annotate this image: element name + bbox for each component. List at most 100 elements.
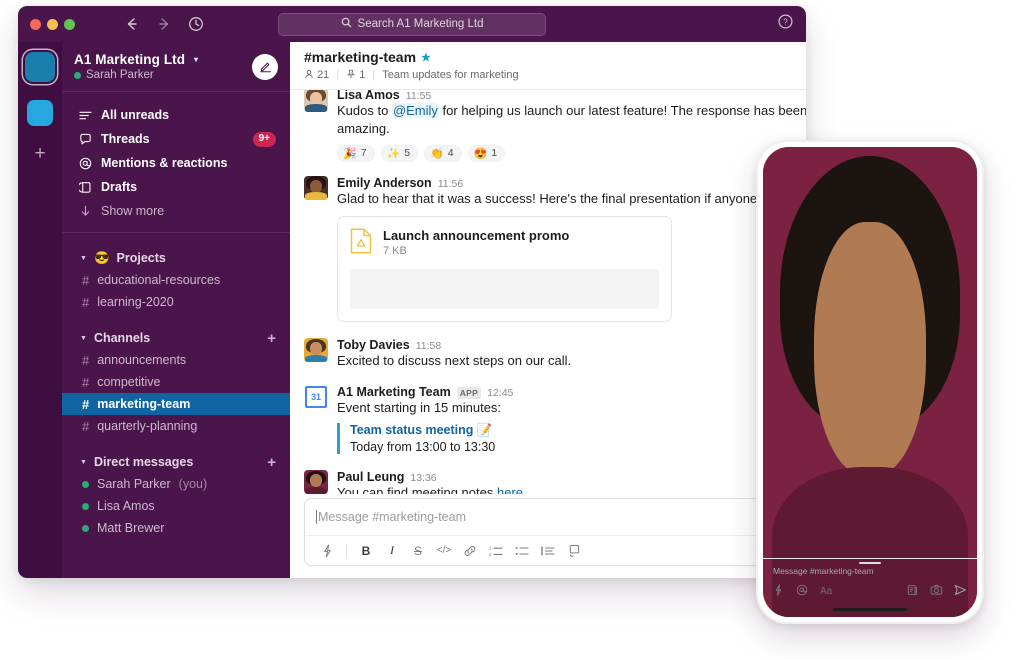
pin-count-value: 1 <box>359 69 366 81</box>
user-mention[interactable]: @Emily <box>391 103 439 118</box>
avatar[interactable] <box>304 470 328 494</box>
compose-message-button[interactable] <box>252 53 278 80</box>
sidebar-channel-marketing-team[interactable]: # marketing-team <box>62 393 290 415</box>
sidebar-channel-learning-2020[interactable]: # learning-2020 <box>62 291 290 313</box>
message-author[interactable]: Lisa Amos <box>337 90 400 102</box>
reaction-pill[interactable]: 🎉7 <box>337 144 375 162</box>
reaction-pill[interactable]: ✨5 <box>380 144 419 162</box>
channel-topic[interactable]: Team updates for marketing <box>382 69 518 81</box>
bold-icon[interactable]: B <box>354 540 378 562</box>
forward-arrow-icon[interactable] <box>155 15 173 33</box>
sidebar-dm-lisa-amos[interactable]: Lisa Amos <box>62 495 290 517</box>
main-panel: #marketing-team ★ 21 | 1 | Team updates … <box>290 42 806 578</box>
message-author[interactable]: Toby Davies <box>337 338 410 352</box>
close-window-button[interactable] <box>30 18 41 30</box>
message-author[interactable]: Emily Anderson <box>337 176 432 190</box>
sidebar-item-mentions-reactions[interactable]: Mentions & reactions <box>62 152 290 174</box>
phone-message-list[interactable]: Lisa Amos 11:55 Kudos to @Emily for help… <box>763 147 977 617</box>
file-attachment-card[interactable]: Launch announcement promo 7 KB <box>337 216 672 323</box>
section-header-direct-messages[interactable]: ▼ Direct messages + <box>62 451 290 473</box>
sidebar-item-all-unreads[interactable]: All unreads <box>62 104 290 126</box>
hash-icon: # <box>82 352 90 368</box>
message-input[interactable]: Message #marketing-team <box>305 499 806 535</box>
chevron-down-icon: ▼ <box>80 254 87 262</box>
sidebar-dm-matt-brewer[interactable]: Matt Brewer <box>62 517 290 539</box>
new-dm-button[interactable]: + <box>267 455 276 470</box>
clock-icon[interactable] <box>187 15 205 33</box>
sidebar-item-show-more[interactable]: Show more <box>62 200 290 222</box>
event-title[interactable]: Team status meeting 📝 <box>350 423 806 438</box>
search-input[interactable]: Search A1 Marketing Ltd <box>278 12 546 36</box>
link-icon[interactable] <box>458 540 482 562</box>
avatar-app-calendar[interactable]: 31 <box>304 384 328 409</box>
message-author[interactable]: A1 Marketing Team <box>337 385 451 399</box>
message-text: Glad to hear that it was a success! Here… <box>337 190 806 206</box>
format-Aa-icon[interactable]: Aa <box>820 586 832 597</box>
sidebar-channel-competitive[interactable]: # competitive <box>62 371 290 393</box>
member-count[interactable]: 21 <box>304 69 329 81</box>
channel-title[interactable]: #marketing-team ★ <box>304 49 806 65</box>
star-icon[interactable]: ★ <box>421 51 431 64</box>
message-input-placeholder: Message #marketing-team <box>318 510 466 524</box>
message-header: Lisa Amos 11:55 <box>337 90 806 102</box>
maximize-window-button[interactable] <box>64 18 75 30</box>
reaction-pill[interactable]: 😍1 <box>467 144 506 162</box>
bulleted-list-icon[interactable] <box>510 540 534 562</box>
file-preview[interactable] <box>350 269 659 310</box>
event-attachment[interactable]: Team status meeting 📝 Today from 13:00 t… <box>337 423 806 455</box>
workspace-icon-a1-marketing[interactable] <box>25 52 55 82</box>
avatar[interactable] <box>304 90 328 112</box>
code-icon[interactable]: </> <box>432 540 456 562</box>
event-time: Today from 13:00 to 13:30 <box>350 440 496 455</box>
ordered-list-icon[interactable]: 12 <box>484 540 508 562</box>
strikethrough-icon[interactable]: S <box>406 540 430 562</box>
phone-message-input[interactable]: Message #marketing-team <box>773 566 967 576</box>
sidebar-item-drafts[interactable]: Drafts <box>62 176 290 198</box>
code-block-icon[interactable] <box>562 540 586 562</box>
lightning-icon[interactable] <box>315 540 339 562</box>
workspace-name[interactable]: A1 Marketing Ltd ▾ <box>74 52 198 67</box>
minimize-window-button[interactable] <box>47 18 58 30</box>
avatar[interactable] <box>304 338 328 363</box>
home-indicator <box>833 607 907 611</box>
italic-icon[interactable]: I <box>380 540 404 562</box>
add-channel-button[interactable]: + <box>267 331 276 346</box>
back-arrow-icon[interactable] <box>123 15 141 33</box>
file-name[interactable]: Launch announcement promo <box>383 228 569 243</box>
blockquote-icon[interactable] <box>536 540 560 562</box>
sidebar-dm-sarah-parker[interactable]: Sarah Parker (you) <box>62 473 290 495</box>
mention-at-icon[interactable] <box>796 583 808 601</box>
window-titlebar: Search A1 Marketing Ltd ? <box>18 6 806 42</box>
dm-name: Matt Brewer <box>97 521 165 535</box>
attach-icon[interactable] <box>907 583 919 601</box>
send-icon[interactable] <box>954 583 967 601</box>
lightning-icon[interactable] <box>773 583 784 601</box>
app-badge: APP <box>456 386 482 399</box>
sidebar-item-threads[interactable]: Threads 9+ <box>62 128 290 150</box>
pin-count[interactable]: 1 <box>346 69 365 81</box>
reaction-pill[interactable]: 👏4 <box>424 144 462 162</box>
sidebar-channel-announcements[interactable]: # announcements <box>62 349 290 371</box>
sidebar-channel-quarterly-planning[interactable]: # quarterly-planning <box>62 415 290 437</box>
section-header-projects[interactable]: ▼ 😎 Projects <box>62 247 290 269</box>
workspace-header[interactable]: A1 Marketing Ltd ▾ Sarah Parker <box>62 42 290 92</box>
sidebar-item-label: Show more <box>101 204 165 218</box>
message-list[interactable]: Lisa Amos 11:55 Kudos to @Emily for help… <box>290 90 806 494</box>
current-user-name: Sarah Parker <box>86 69 154 81</box>
add-workspace-button[interactable]: + <box>34 144 45 163</box>
avatar[interactable] <box>304 175 328 200</box>
reaction-emoji: ✨ <box>386 147 401 160</box>
message-link[interactable]: here <box>497 485 523 494</box>
presence-dot-icon <box>74 71 81 79</box>
sidebar-channel-educational-resources[interactable]: # educational-resources <box>62 269 290 291</box>
message-timestamp: 13:36 <box>410 472 437 485</box>
drag-handle[interactable] <box>859 561 881 564</box>
section-title: Projects <box>116 251 166 265</box>
workspace-icon-secondary[interactable] <box>27 100 53 126</box>
camera-icon[interactable] <box>930 583 943 601</box>
section-header-channels[interactable]: ▼ Channels + <box>62 327 290 349</box>
message-author[interactable]: Paul Leung <box>337 470 404 484</box>
help-icon[interactable]: ? <box>777 13 794 35</box>
avatar[interactable] <box>763 147 977 617</box>
message-text: You can find meeting notes here. <box>337 484 806 494</box>
